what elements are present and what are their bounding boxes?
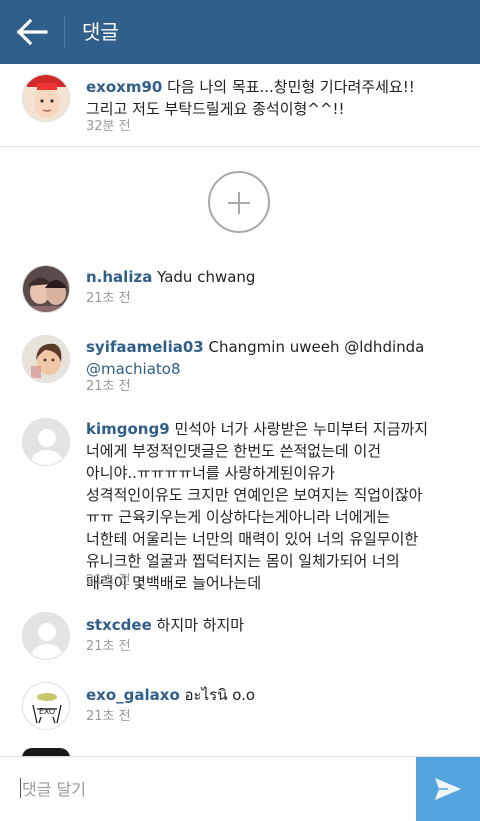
comment-line: Changmin uweeh @ldhdinda: [208, 338, 425, 356]
comment-line: ㅠㅠ 근육키우는게 이상하다는게아니라 너에게는: [86, 508, 391, 526]
avatar-placeholder[interactable]: [22, 612, 70, 660]
avatar-photo: [23, 336, 69, 382]
comment-line: 너한테 어울리는 너만의 매력이 있어 너의 유일무이한: [86, 530, 419, 548]
username[interactable]: exoxm90: [86, 78, 162, 96]
default-avatar-icon: [23, 419, 69, 465]
comment-text: n.haliza Yadu chwang: [86, 266, 464, 288]
back-button[interactable]: [0, 0, 64, 64]
comment-text: exo_galaxo อะไรนิ o.o: [86, 684, 464, 706]
comment-composer: [0, 756, 480, 821]
username[interactable]: kimgong9: [86, 420, 170, 438]
comment-line: 아니야..ㅠㅠㅠㅠ너를 사랑하게된이유가: [86, 464, 335, 482]
exo-logo-avatar: EXO: [23, 683, 69, 729]
comment-line: 유니크한 얼굴과 찝덕터지는 몸이 일체가되어 너의: [86, 552, 400, 570]
comment-line: 너에게 부정적인댓글은 한번도 쓴적없는데 이건: [86, 442, 382, 460]
timestamp: 21초 전: [86, 291, 131, 306]
username[interactable]: syifaamelia03: [86, 338, 204, 356]
exo-logo-text: EXO: [39, 707, 55, 716]
comment-text: stxcdee 하지마 하지마: [86, 614, 464, 636]
avatar[interactable]: EXO: [22, 682, 70, 730]
username[interactable]: exo_galaxo: [86, 686, 180, 704]
avatar-placeholder[interactable]: [22, 418, 70, 466]
send-icon: [435, 778, 461, 800]
text-caret: [20, 778, 21, 798]
comment-line: 민석아 너가 사랑받은 누미부터 지금까지: [174, 420, 429, 438]
header-divider: [64, 16, 65, 48]
divider: [0, 146, 480, 147]
caption-line-2: 그리고 저도 부탁드릴게요 종석이형^^!!: [86, 100, 345, 118]
load-more-button[interactable]: [208, 171, 270, 233]
caption-line-1: 다음 나의 목표...창민형 기다려주세요!!: [167, 78, 415, 96]
comment-text: kimgong9 민석아 너가 사랑받은 누미부터 지금까지 너에게 부정적인댓…: [86, 418, 464, 594]
caption-text: exoxm90 다음 나의 목표...창민형 기다려주세요!! 그리고 저도 부…: [86, 76, 464, 120]
send-button[interactable]: [416, 757, 480, 821]
comment-line: อะไรนิ o.o: [184, 686, 256, 704]
timestamp: 21초 전: [86, 379, 131, 394]
avatar-photo: [23, 266, 69, 312]
comment-text: syifaamelia03 Changmin uweeh @ldhdinda @…: [86, 336, 464, 380]
comment-line: Yadu chwang: [157, 268, 256, 286]
username[interactable]: stxcdee: [86, 616, 152, 634]
top-bar: 댓글: [0, 0, 480, 64]
comment-line: 성격적인이유도 크지만 연예인은 보여지는 직업이잖아: [86, 486, 423, 504]
avatar-photo: [23, 75, 69, 121]
username[interactable]: n.haliza: [86, 268, 152, 286]
avatar[interactable]: [22, 74, 70, 122]
avatar[interactable]: [22, 335, 70, 383]
timestamp: 21초 전: [86, 709, 131, 724]
comment-line[interactable]: @machiato8: [86, 360, 181, 378]
default-avatar-icon: [23, 613, 69, 659]
comment-line: 하지마 하지마: [156, 616, 245, 634]
comments-list[interactable]: exoxm90 다음 나의 목표...창민형 기다려주세요!! 그리고 저도 부…: [0, 64, 480, 756]
timestamp: 32분 전: [86, 119, 131, 134]
timestamp: 21초 전: [86, 639, 131, 654]
page-title: 댓글: [82, 20, 119, 44]
avatar[interactable]: [22, 265, 70, 313]
comment-input[interactable]: [20, 769, 404, 809]
timestamp: 21초 전: [86, 573, 131, 588]
partial-avatar: [22, 748, 70, 756]
back-arrow-icon: [16, 18, 48, 46]
